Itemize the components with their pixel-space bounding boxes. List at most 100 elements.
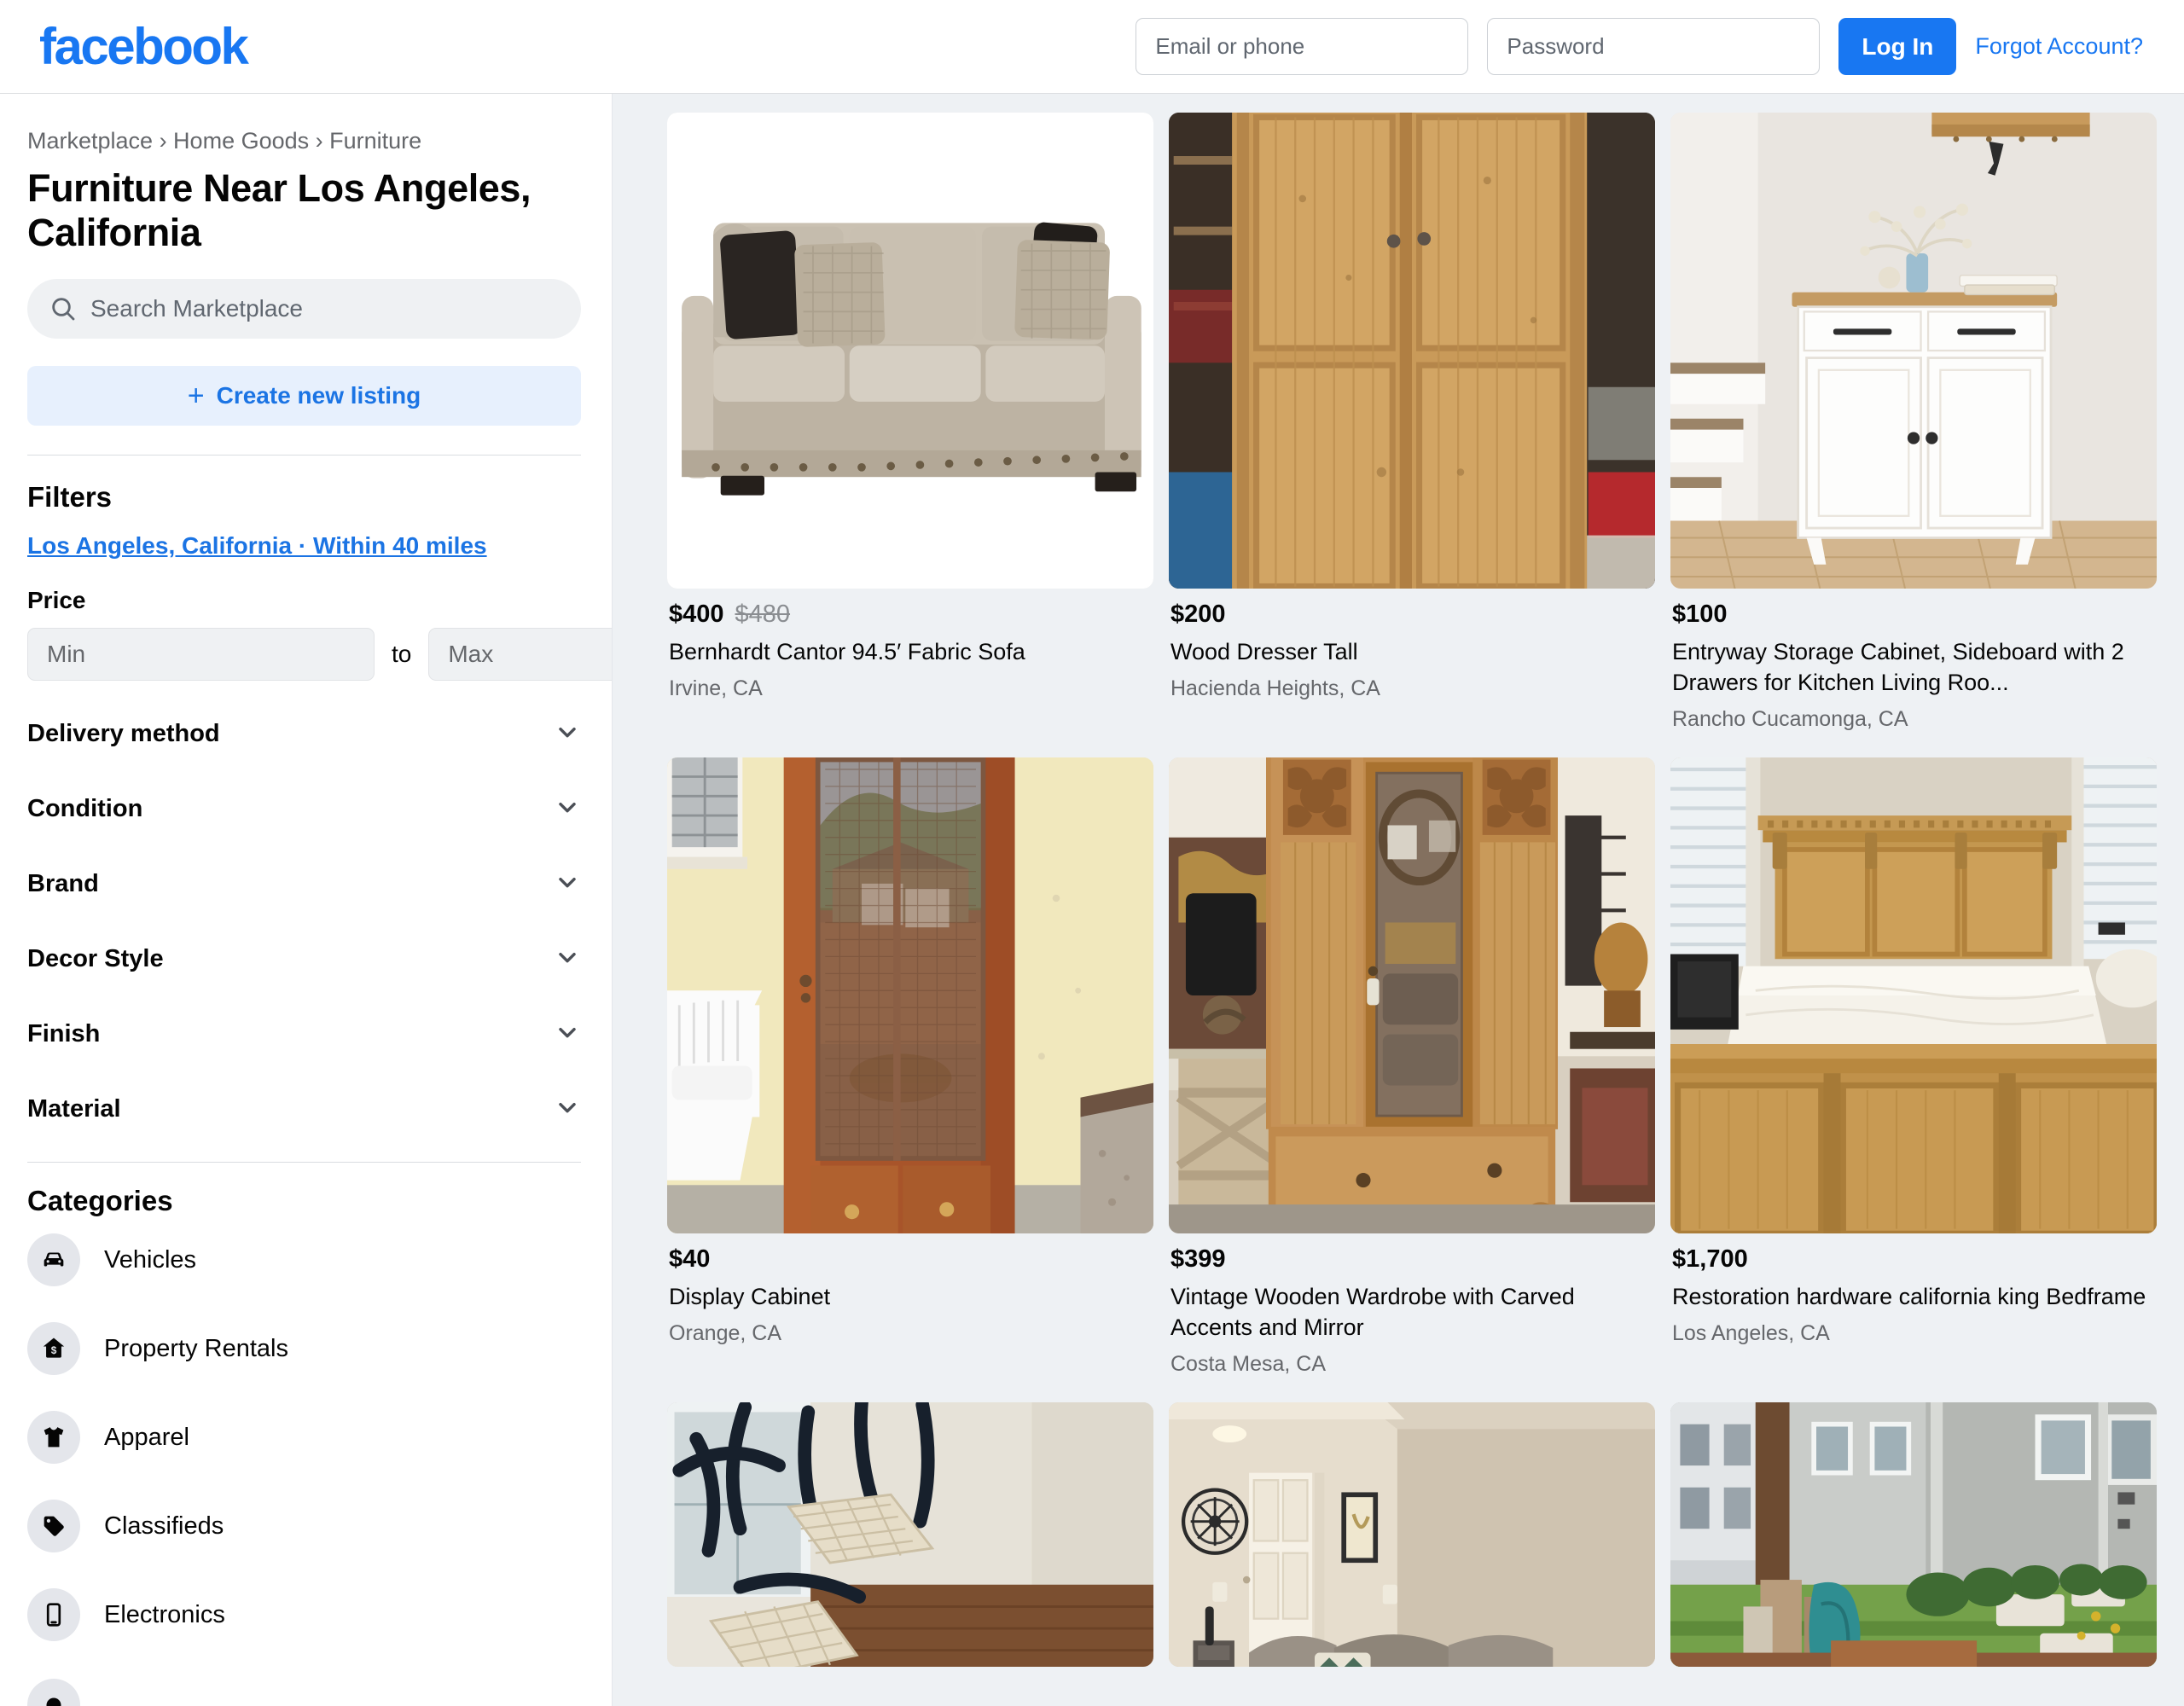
listing-image-entryway-cabinet[interactable] [1670, 113, 2157, 589]
listing-meta: $40 Display Cabinet Orange, CA [667, 1233, 1153, 1346]
listing-image-wood-dresser[interactable] [1169, 113, 1655, 589]
search-marketplace-input[interactable]: Search Marketplace [27, 279, 581, 339]
create-new-listing-button[interactable]: + Create new listing [27, 366, 581, 426]
listing-price-row: $200 [1170, 601, 1653, 629]
log-in-button[interactable]: Log In [1838, 18, 1957, 75]
listing-meta: $400 $480 Bernhardt Cantor 94.5′ Fabric … [667, 589, 1153, 701]
filter-section-material[interactable]: Material [27, 1087, 581, 1131]
price-max-input[interactable] [428, 628, 612, 682]
password-input[interactable] [1487, 18, 1821, 75]
filter-label: Condition [27, 794, 143, 822]
listing-image-living-room[interactable] [1169, 1401, 1655, 1667]
sidebar-item-label: Apparel [104, 1423, 189, 1451]
listing-location: Irvine, CA [669, 676, 763, 700]
price-label: Price [27, 587, 86, 614]
sidebar-item-label: Vehicles [104, 1245, 197, 1274]
search-icon [49, 295, 77, 322]
listing-original-price: $480 [735, 601, 791, 628]
listing-title: Vintage Wooden Wardrobe with Carved Acce… [1170, 1283, 1575, 1340]
listing-card[interactable] [1670, 1401, 2157, 1667]
filter-section-condition[interactable]: Condition [27, 786, 581, 831]
filter-section-delivery-method[interactable]: Delivery method [27, 711, 581, 756]
listing-meta: $1,700 Restoration hardware california k… [1670, 1233, 2157, 1346]
listing-price-row: $400 $480 [669, 601, 1152, 629]
listing-title: Display Cabinet [669, 1283, 831, 1309]
login-form: Log In Forgot Account? [1136, 18, 2143, 75]
listing-price: $400 [669, 601, 724, 628]
chevron-down-icon [554, 868, 581, 900]
sidebar-divider-top [27, 455, 581, 456]
listing-image-vintage-wardrobe[interactable] [1169, 757, 1655, 1233]
listing-price-row: $40 [669, 1245, 1152, 1274]
listing-location: Hacienda Heights, CA [1170, 676, 1380, 700]
listing-price: $1,700 [1672, 1245, 1748, 1273]
price-to-label: to [392, 641, 412, 668]
chevron-down-icon [554, 943, 581, 975]
sidebar-item-classifieds[interactable]: Classifieds [27, 1499, 581, 1553]
filter-label: Finish [27, 1019, 101, 1047]
listings-area: $400 $480 Bernhardt Cantor 94.5′ Fabric … [613, 94, 2184, 1706]
listing-card[interactable]: $399 Vintage Wooden Wardrobe with Carved… [1169, 757, 1655, 1377]
listing-price: $399 [1170, 1245, 1226, 1273]
listing-title: Wood Dresser Tall [1170, 639, 1358, 664]
filter-section-finish[interactable]: Finish [27, 1012, 581, 1056]
page-body: Marketplace › Home Goods › Furniture Fur… [0, 94, 2184, 1706]
filter-section-brand[interactable]: Brand [27, 862, 581, 906]
listing-meta: $100 Entryway Storage Cabinet, Sideboard… [1670, 589, 2157, 732]
listing-image-apartment-curb[interactable] [1670, 1401, 2157, 1667]
filters-heading: Filters [27, 481, 113, 514]
listing-title: Entryway Storage Cabinet, Sideboard with… [1672, 639, 2124, 695]
sidebar-item-label: Property Rentals [104, 1334, 288, 1362]
categories-heading: Categories [27, 1185, 173, 1217]
listing-card[interactable]: $100 Entryway Storage Cabinet, Sideboard… [1670, 113, 2157, 732]
filter-label: Brand [27, 869, 99, 897]
breadcrumb[interactable]: Marketplace › Home Goods › Furniture [27, 128, 581, 154]
listing-image-woven-chairs[interactable] [667, 1401, 1153, 1667]
sidebar-item-electronics[interactable]: Electronics [27, 1587, 581, 1642]
listing-image-bed-frame[interactable] [1670, 757, 2157, 1233]
sidebar-item-partial-icon[interactable] [27, 1679, 80, 1706]
listing-card[interactable]: $40 Display Cabinet Orange, CA [667, 757, 1153, 1377]
price-range-row: to [27, 628, 612, 682]
filter-label: Decor Style [27, 944, 164, 972]
listing-price-row: $399 [1170, 1245, 1653, 1274]
listing-card[interactable] [667, 1401, 1153, 1667]
sidebar-item-property-rentals[interactable]: $ Property Rentals [27, 1321, 581, 1376]
email-or-phone-input[interactable] [1136, 18, 1469, 75]
listings-grid: $400 $480 Bernhardt Cantor 94.5′ Fabric … [667, 113, 2157, 1667]
plus-icon: + [187, 380, 205, 413]
sidebar-item-apparel[interactable]: Apparel [27, 1410, 581, 1465]
page-title: Furniture Near Los Angeles, California [27, 166, 531, 255]
filter-section-decor-style[interactable]: Decor Style [27, 937, 581, 981]
search-placeholder-text: Search Marketplace [90, 295, 304, 322]
listing-location: Los Angeles, CA [1672, 1320, 1830, 1345]
sidebar-divider-bottom [27, 1162, 581, 1163]
chevron-down-icon [554, 1094, 581, 1125]
price-min-input[interactable] [27, 628, 375, 682]
listing-location: Costa Mesa, CA [1170, 1351, 1327, 1376]
listing-price: $200 [1170, 601, 1226, 628]
price-tag-icon [27, 1500, 80, 1553]
forgot-account-link[interactable]: Forgot Account? [1975, 33, 2143, 60]
listing-price: $40 [669, 1245, 711, 1273]
listing-card[interactable]: $200 Wood Dresser Tall Hacienda Heights,… [1169, 113, 1655, 732]
tshirt-icon [27, 1411, 80, 1465]
create-new-listing-label: Create new listing [216, 382, 421, 409]
listing-card[interactable]: $1,700 Restoration hardware california k… [1670, 757, 2157, 1377]
listing-meta: $399 Vintage Wooden Wardrobe with Carved… [1169, 1233, 1655, 1377]
listing-price: $100 [1672, 601, 1728, 628]
house-dollar-icon: $ [27, 1322, 80, 1376]
facebook-logo[interactable]: facebook [39, 20, 249, 73]
listing-price-row: $100 [1672, 601, 2155, 629]
filter-label: Delivery method [27, 719, 220, 747]
sidebar-item-vehicles[interactable]: Vehicles [27, 1233, 581, 1287]
listing-image-sofa[interactable] [667, 113, 1153, 589]
location-radius-filter[interactable]: Los Angeles, California · Within 40 mile… [27, 532, 581, 560]
listing-card[interactable] [1169, 1401, 1655, 1667]
listing-meta: $200 Wood Dresser Tall Hacienda Heights,… [1169, 589, 1655, 701]
listing-title: Bernhardt Cantor 94.5′ Fabric Sofa [669, 639, 1025, 664]
listing-location: Orange, CA [669, 1320, 782, 1345]
listing-image-display-cabinet[interactable] [667, 757, 1153, 1233]
listing-card[interactable]: $400 $480 Bernhardt Cantor 94.5′ Fabric … [667, 113, 1153, 732]
chevron-down-icon [554, 793, 581, 825]
